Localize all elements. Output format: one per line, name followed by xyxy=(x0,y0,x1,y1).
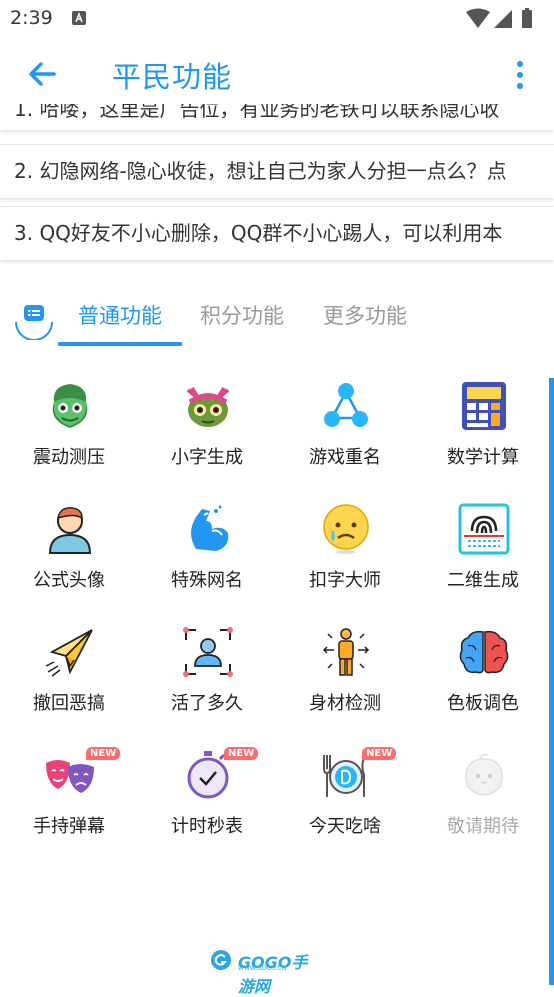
feature-tile[interactable]: NEW 计时秒表 xyxy=(138,735,276,855)
notice-list: 1. 哈喽，这里是广告位，有业务的老铁可以联系隐心收 2. 幻隐网络-隐心收徒，… xyxy=(0,104,554,266)
status-time: 2:39 xyxy=(10,7,53,29)
feature-label: 身材检测 xyxy=(309,693,381,714)
notice-item[interactable]: 3. QQ好友不小心删除，QQ群不小心踢人，可以利用本 xyxy=(0,206,554,260)
feature-tile[interactable]: 小字生成 xyxy=(138,366,276,486)
face-scan-icon xyxy=(183,627,233,677)
feature-tile[interactable]: NEW 手持弹幕 xyxy=(0,735,138,855)
new-badge: NEW xyxy=(362,747,397,760)
feature-label: 震动测压 xyxy=(33,447,105,468)
watermark-logo: GOGO手游网 WWW.GOGO.CN xyxy=(210,947,320,996)
person-avatar-icon xyxy=(48,507,92,554)
feature-label: 敬请期待 xyxy=(447,816,519,837)
page-title: 平民功能 xyxy=(112,60,233,94)
bug-monster-icon xyxy=(186,386,230,427)
new-badge: NEW xyxy=(224,747,259,760)
feature-label: 数学计算 xyxy=(447,447,519,468)
feature-tile[interactable]: 特殊网名 xyxy=(138,489,276,609)
feature-label: 活了多久 xyxy=(171,693,243,714)
feature-label: 小字生成 xyxy=(171,447,243,468)
app-bar: 平民功能 xyxy=(0,38,554,110)
feature-tile[interactable]: 身材检测 xyxy=(276,612,414,732)
notification-app-icon xyxy=(72,11,86,25)
gogo-logo-icon xyxy=(211,950,231,970)
feature-tile[interactable]: 活了多久 xyxy=(138,612,276,732)
more-options-icon[interactable] xyxy=(506,58,534,92)
brain-icon xyxy=(459,630,509,674)
feature-label: 特殊网名 xyxy=(171,570,243,591)
feature-tile[interactable]: 游戏重名 xyxy=(276,366,414,486)
new-badge: NEW xyxy=(86,747,121,760)
status-bar: 2:39 xyxy=(0,0,554,38)
feature-tile[interactable]: 数学计算 xyxy=(414,366,552,486)
tab-menu-icon[interactable] xyxy=(12,296,56,340)
feature-tile[interactable]: 震动测压 xyxy=(0,366,138,486)
feature-tile: 敬请期待 xyxy=(414,735,552,855)
feature-tile[interactable]: 色板调色 xyxy=(414,612,552,732)
paper-plane-icon xyxy=(45,629,93,677)
tab-points-features[interactable]: 积分功能 xyxy=(200,300,284,330)
green-monster-icon xyxy=(52,384,88,428)
notice-text: 2. 幻隐网络-隐心收徒，想让自己为家人分担一点么？点 xyxy=(14,159,507,183)
feature-tile[interactable]: 撤回恶搞 xyxy=(0,612,138,732)
calculator-icon xyxy=(462,382,506,430)
feature-label: 扣字大师 xyxy=(309,570,381,591)
watermark-domain: WWW.GOGO.CN xyxy=(238,965,287,972)
muscle-arm-icon xyxy=(191,505,229,551)
notice-item[interactable]: 1. 哈喽，这里是广告位，有业务的老铁可以联系隐心收 xyxy=(0,104,554,130)
feature-label: 计时秒表 xyxy=(171,816,243,837)
watermark-brand: GOGO手游网 xyxy=(238,953,308,996)
ghost-placeholder-icon xyxy=(465,753,503,796)
feature-label: 今天吃啥 xyxy=(309,816,381,837)
feature-tabs: 普通功能 积分功能 更多功能 xyxy=(0,282,554,352)
notice-text: 3. QQ好友不小心删除，QQ群不小心踢人，可以利用本 xyxy=(14,221,503,245)
feature-label: 二维生成 xyxy=(447,570,519,591)
feature-label: 游戏重名 xyxy=(309,447,381,468)
active-tab-indicator xyxy=(58,342,182,346)
share-nodes-icon xyxy=(324,383,368,427)
feature-tile[interactable]: 公式头像 xyxy=(0,489,138,609)
tab-more-features[interactable]: 更多功能 xyxy=(323,300,407,330)
notice-text: 1. 哈喽，这里是广告位，有业务的老铁可以联系隐心收 xyxy=(14,104,500,121)
tab-normal-features[interactable]: 普通功能 xyxy=(78,300,162,330)
status-indicators-icon xyxy=(466,8,532,28)
feature-label: 色板调色 xyxy=(447,693,519,714)
notice-item[interactable]: 2. 幻隐网络-隐心收徒，想让自己为家人分担一点么？点 xyxy=(0,144,554,198)
feature-label: 撤回恶搞 xyxy=(33,693,105,714)
feature-tile[interactable]: 扣字大师 xyxy=(276,489,414,609)
feature-label: 公式头像 xyxy=(33,570,105,591)
feature-label: 手持弹幕 xyxy=(33,816,105,837)
sad-face-icon xyxy=(323,504,369,554)
fingerprint-scan-icon xyxy=(458,503,510,555)
body-measure-icon xyxy=(322,628,370,676)
back-arrow-icon[interactable] xyxy=(24,56,60,92)
feature-tile[interactable]: NEW 今天吃啥 xyxy=(276,735,414,855)
feature-tile[interactable]: 二维生成 xyxy=(414,489,552,609)
